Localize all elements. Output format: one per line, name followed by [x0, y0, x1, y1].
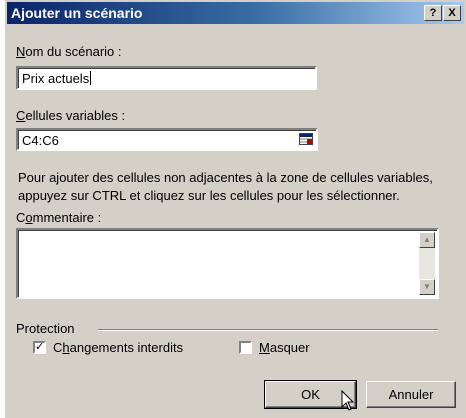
hide-checkbox[interactable]: [239, 341, 252, 354]
cancel-button[interactable]: Annuler: [366, 381, 456, 408]
hide-label[interactable]: Masquer: [259, 340, 310, 355]
close-button[interactable]: X: [443, 5, 461, 21]
protection-group-label: Protection: [16, 321, 75, 336]
help-text: Pour ajouter des cellules non adjacentes…: [18, 169, 466, 205]
help-button[interactable]: ?: [424, 5, 442, 21]
prevent-changes-checkbox[interactable]: ✓: [33, 341, 46, 354]
scenario-name-label: Nom du scénario :: [16, 44, 122, 59]
scenario-name-value: Prix actuels: [22, 71, 92, 86]
changing-cells-label: Cellules variables :: [16, 108, 126, 123]
add-scenario-dialog: Ajouter un scénario ? X Nom du scénario …: [5, 0, 466, 418]
mouse-cursor-icon: [341, 389, 355, 415]
comment-textarea[interactable]: ▲ ▼: [16, 228, 439, 299]
comment-label: Commentaire :: [16, 210, 102, 225]
scroll-down-icon[interactable]: ▼: [419, 279, 435, 295]
help-text-line-1: Pour ajouter des cellules non adjacentes…: [18, 170, 433, 185]
checkmark-icon: ✓: [35, 341, 45, 353]
title-bar[interactable]: Ajouter un scénario ? X: [7, 2, 464, 24]
changing-cells-value: C4:C6: [22, 133, 59, 148]
scenario-name-input[interactable]: Prix actuels: [16, 66, 317, 90]
scroll-up-icon[interactable]: ▲: [419, 232, 435, 248]
text-caret: [90, 71, 92, 85]
protection-group-divider: [98, 329, 438, 331]
dialog-title: Ajouter un scénario: [11, 5, 143, 21]
comment-scrollbar[interactable]: ▲ ▼: [419, 232, 435, 295]
prevent-changes-label[interactable]: Changements interdits: [53, 340, 183, 355]
changing-cells-input[interactable]: C4:C6: [16, 128, 318, 151]
help-text-line-2: appuyez sur CTRL et cliquez sur les cell…: [18, 188, 400, 203]
collapse-dialog-icon[interactable]: [299, 133, 313, 145]
